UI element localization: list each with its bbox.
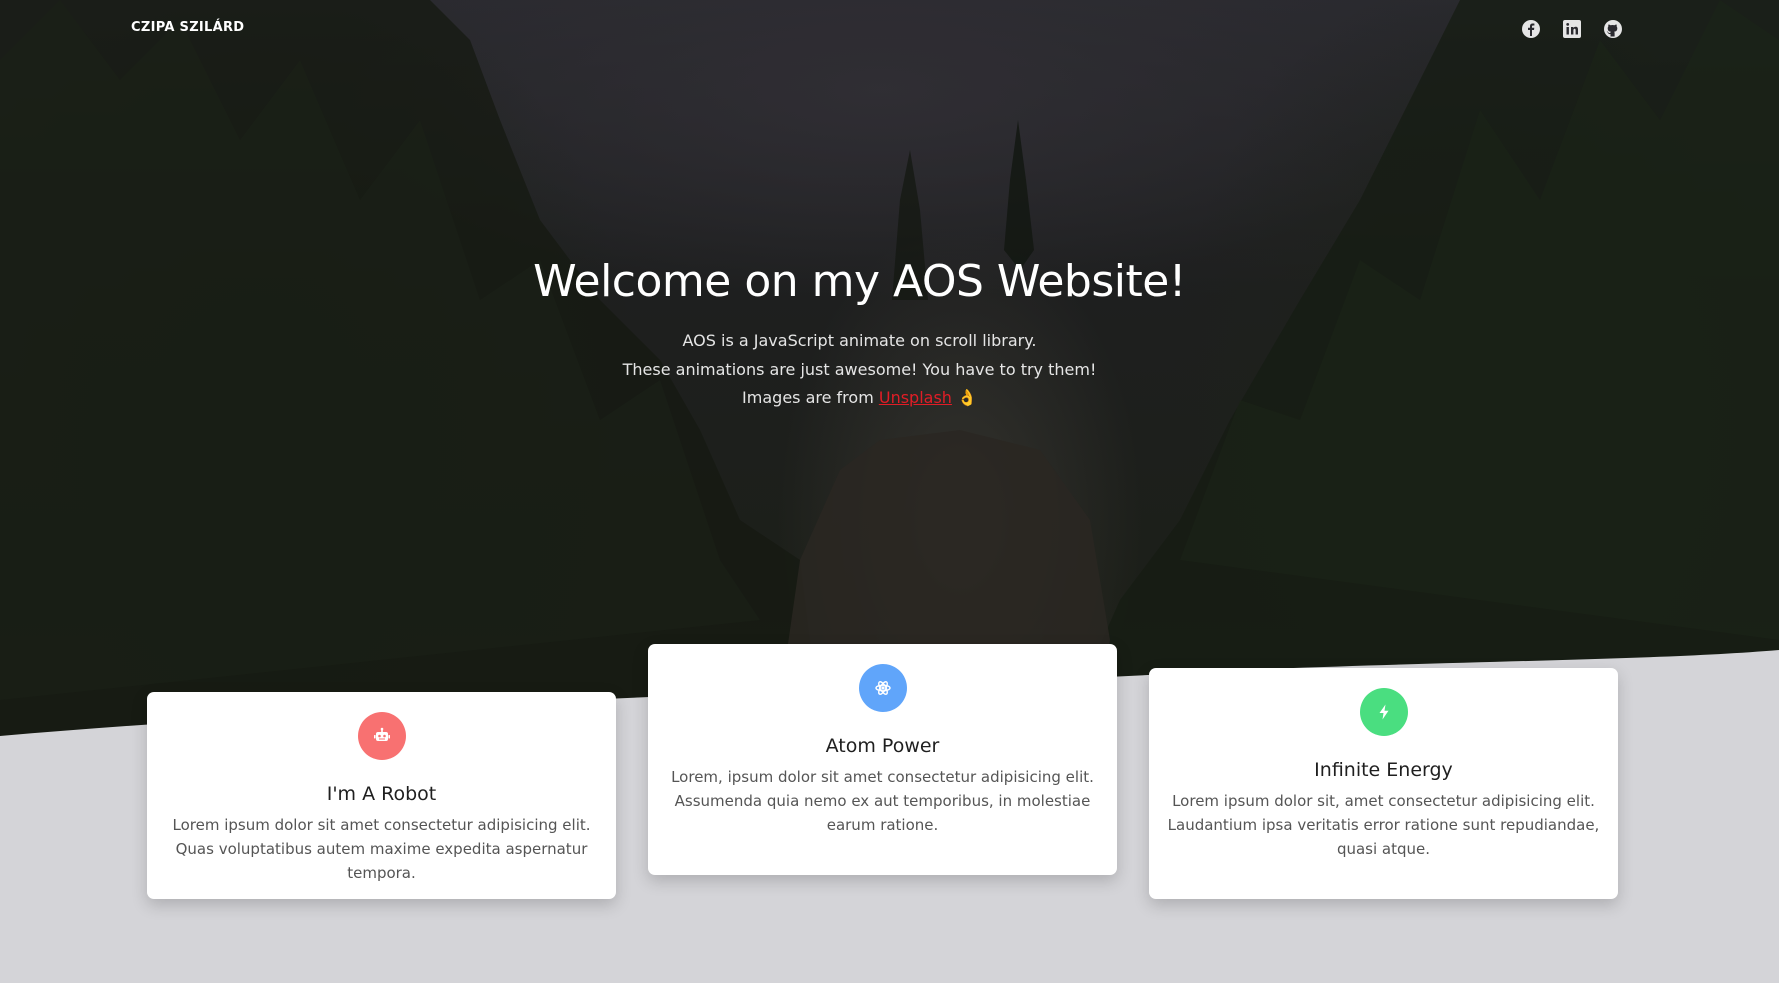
feature-card-robot: I'm A Robot Lorem ipsum dolor sit amet c… xyxy=(147,692,616,899)
social-links xyxy=(1521,19,1623,39)
atom-icon xyxy=(858,664,907,712)
hero-title: Welcome on my AOS Website! xyxy=(533,256,1186,307)
card-text: Lorem ipsum dolor sit, amet consectetur … xyxy=(1167,792,1600,858)
hero-line-2: These animations are just awesome! You h… xyxy=(622,359,1097,379)
ok-hand-emoji: 👌 xyxy=(957,388,977,407)
card-title: Infinite Energy xyxy=(1314,759,1453,781)
card-text: Lorem, ipsum dolor sit amet consectetur … xyxy=(671,768,1094,834)
card-text: Lorem ipsum dolor sit amet consectetur a… xyxy=(172,816,591,882)
facebook-icon[interactable] xyxy=(1521,19,1541,39)
hero-description: AOS is a JavaScript animate on scroll li… xyxy=(0,327,1719,413)
hero-line-3-prefix: Images are from xyxy=(742,388,879,407)
hero-line-3: Images are from Unsplash 👌 xyxy=(0,384,1719,413)
feature-card-energy: Infinite Energy Lorem ipsum dolor sit, a… xyxy=(1149,668,1618,899)
card-title: I'm A Robot xyxy=(326,783,437,805)
feature-card-atom: Atom Power Lorem, ipsum dolor sit amet c… xyxy=(648,644,1117,875)
lightning-bolt-icon xyxy=(1359,688,1408,736)
linkedin-icon[interactable] xyxy=(1562,19,1582,39)
robot-icon xyxy=(357,712,406,760)
brand-name[interactable]: CZIPA SZILÁRD xyxy=(131,20,244,35)
unsplash-link[interactable]: Unsplash xyxy=(879,388,952,407)
github-icon[interactable] xyxy=(1603,19,1623,39)
card-title: Atom Power xyxy=(825,735,940,757)
hero-line-1: AOS is a JavaScript animate on scroll li… xyxy=(682,331,1037,350)
